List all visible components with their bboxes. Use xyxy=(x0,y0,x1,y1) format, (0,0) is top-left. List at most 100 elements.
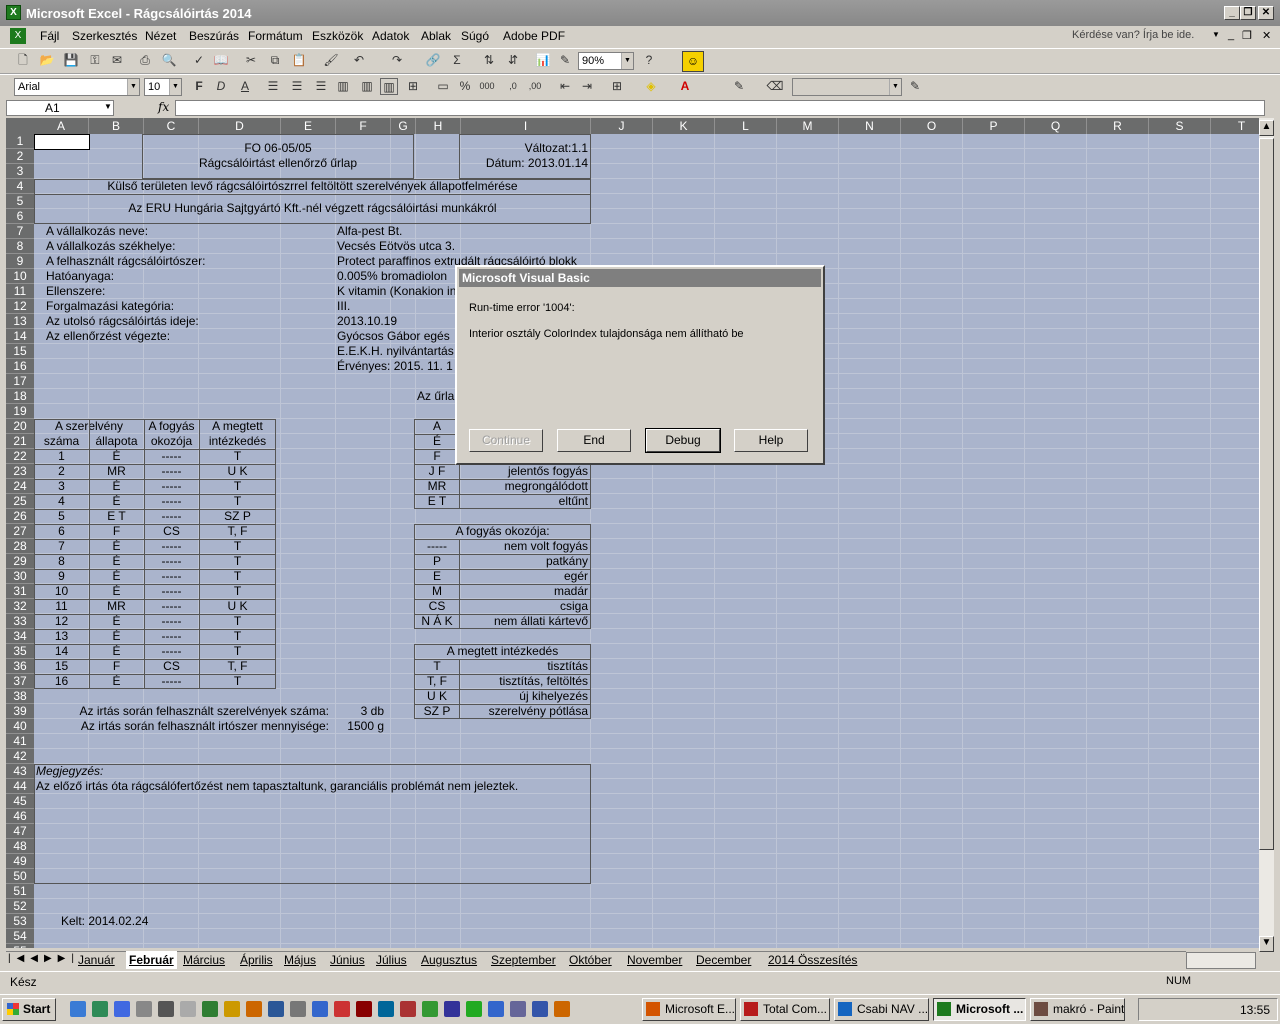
borders-icon[interactable]: ⊞ xyxy=(608,78,626,95)
row-header[interactable]: 29 xyxy=(6,554,34,569)
quick-launch-icon[interactable] xyxy=(70,1001,86,1017)
help-button[interactable]: Help xyxy=(734,429,808,452)
row-header[interactable]: 49 xyxy=(6,854,34,869)
column-header[interactable]: N xyxy=(839,118,901,134)
help-icon[interactable]: ? xyxy=(640,52,658,69)
menu-edit[interactable]: Szerkesztés xyxy=(72,29,137,43)
workbook-icon[interactable]: X xyxy=(10,28,26,44)
row-header[interactable]: 13 xyxy=(6,314,34,329)
row-header[interactable]: 19 xyxy=(6,404,34,419)
row-header[interactable]: 47 xyxy=(6,824,34,839)
quick-launch-icon[interactable] xyxy=(312,1001,328,1017)
column-header[interactable]: B xyxy=(89,118,144,134)
column-header[interactable]: I xyxy=(461,118,591,134)
quick-launch-icon[interactable] xyxy=(378,1001,394,1017)
quick-launch-icon[interactable] xyxy=(136,1001,152,1017)
row-header[interactable]: 5 xyxy=(6,194,34,209)
permission-icon[interactable]: ⚿ xyxy=(86,52,104,69)
column-header[interactable]: E xyxy=(281,118,336,134)
eraser-icon[interactable]: ⌫ xyxy=(766,78,784,95)
currency-icon[interactable]: ▭ xyxy=(434,78,452,95)
row-header[interactable]: 36 xyxy=(6,659,34,674)
row-header[interactable]: 51 xyxy=(6,884,34,899)
restore-icon[interactable]: ❐ xyxy=(1240,6,1256,20)
row-header[interactable]: 44 xyxy=(6,779,34,794)
row-header[interactable]: 45 xyxy=(6,794,34,809)
close-icon[interactable]: ✕ xyxy=(1258,6,1274,20)
column-header[interactable]: A xyxy=(34,118,89,134)
font-size-select[interactable]: 10 ▼ xyxy=(144,78,182,96)
comma-style-icon[interactable]: 000 xyxy=(478,78,496,95)
column-header[interactable]: Q xyxy=(1025,118,1087,134)
copy-icon[interactable]: ⧉ xyxy=(266,52,284,69)
quick-launch-icon[interactable] xyxy=(444,1001,460,1017)
format-painter-icon[interactable]: 🖌 xyxy=(322,52,340,69)
quick-launch-icon[interactable] xyxy=(422,1001,438,1017)
row-header[interactable]: 3 xyxy=(6,164,34,179)
menu-view[interactable]: Nézet xyxy=(145,29,176,43)
quick-launch-icon[interactable] xyxy=(114,1001,130,1017)
align-right-icon[interactable]: ☰ xyxy=(312,78,330,95)
sheet-tab[interactable]: Szeptember xyxy=(491,951,556,969)
zoom-select[interactable]: 90% ▼ xyxy=(578,52,634,70)
formula-input[interactable] xyxy=(175,100,1265,116)
menu-file[interactable]: Fájl xyxy=(40,29,59,43)
distributed-icon[interactable]: ▥ xyxy=(358,78,376,95)
row-header[interactable]: 16 xyxy=(6,359,34,374)
row-header[interactable]: 11 xyxy=(6,284,34,299)
bold-icon[interactable]: F xyxy=(190,78,208,95)
underline-icon[interactable]: A xyxy=(236,78,254,95)
quick-launch-icon[interactable] xyxy=(268,1001,284,1017)
row-header[interactable]: 14 xyxy=(6,329,34,344)
sort-descending-icon[interactable]: ⇵ xyxy=(504,52,522,69)
text-direction-icon[interactable]: ▥ xyxy=(380,78,398,95)
row-header[interactable]: 1 xyxy=(6,134,34,149)
menu-insert[interactable]: Beszúrás xyxy=(189,29,239,43)
row-header[interactable]: 9 xyxy=(6,254,34,269)
cut-icon[interactable]: ✂ xyxy=(242,52,260,69)
row-header[interactable]: 7 xyxy=(6,224,34,239)
decrease-decimal-icon[interactable]: ,00 xyxy=(526,78,544,95)
taskbar-task[interactable]: Microsoft E... xyxy=(642,998,736,1021)
italic-icon[interactable]: D xyxy=(212,78,230,95)
row-header[interactable]: 40 xyxy=(6,719,34,734)
sheet-tab[interactable]: Január xyxy=(78,951,115,969)
row-header[interactable]: 53 xyxy=(6,914,34,929)
scroll-up-icon[interactable]: ▲ xyxy=(1259,120,1274,136)
chart-wizard-icon[interactable]: 📊 xyxy=(534,52,552,69)
row-header[interactable]: 41 xyxy=(6,734,34,749)
row-header[interactable]: 38 xyxy=(6,689,34,704)
paste-icon[interactable]: 📋 xyxy=(290,52,308,69)
menu-help[interactable]: Súgó xyxy=(461,29,489,43)
row-header[interactable]: 28 xyxy=(6,539,34,554)
autosum-icon[interactable]: Σ xyxy=(448,52,466,69)
drawing-icon[interactable]: ✎ xyxy=(556,52,574,69)
doc-minimize-icon[interactable]: _ xyxy=(1228,29,1234,41)
new-icon[interactable]: 🗋 xyxy=(14,52,32,69)
sheet-tab[interactable]: Március xyxy=(183,951,225,969)
decrease-indent-icon[interactable]: ⇤ xyxy=(556,78,574,95)
font-color-icon[interactable]: A xyxy=(676,78,694,95)
column-header[interactable]: S xyxy=(1149,118,1211,134)
quick-launch-icon[interactable] xyxy=(356,1001,372,1017)
select-all-corner[interactable] xyxy=(6,118,34,134)
redo-icon[interactable]: ↷ xyxy=(388,52,406,69)
quick-launch-icon[interactable] xyxy=(290,1001,306,1017)
doc-close-icon[interactable]: ✕ xyxy=(1262,29,1271,42)
row-header[interactable]: 25 xyxy=(6,494,34,509)
start-button[interactable]: Start xyxy=(2,998,56,1021)
quick-launch-icon[interactable] xyxy=(510,1001,526,1017)
column-header[interactable]: D xyxy=(199,118,281,134)
taskbar-task[interactable]: Microsoft ... xyxy=(933,998,1026,1021)
continue-button[interactable]: Continue xyxy=(469,429,543,452)
row-header[interactable]: 21 xyxy=(6,434,34,449)
row-header[interactable]: 12 xyxy=(6,299,34,314)
row-header[interactable]: 8 xyxy=(6,239,34,254)
align-center-icon[interactable]: ☰ xyxy=(288,78,306,95)
sheet-tab[interactable]: December xyxy=(696,951,751,969)
sheet-tab[interactable]: Augusztus xyxy=(421,951,477,969)
print-icon[interactable]: ⎙ xyxy=(136,52,154,69)
row-header[interactable]: 55 xyxy=(6,944,34,948)
row-header[interactable]: 54 xyxy=(6,929,34,944)
spelling-icon[interactable]: ✓ xyxy=(190,52,208,69)
